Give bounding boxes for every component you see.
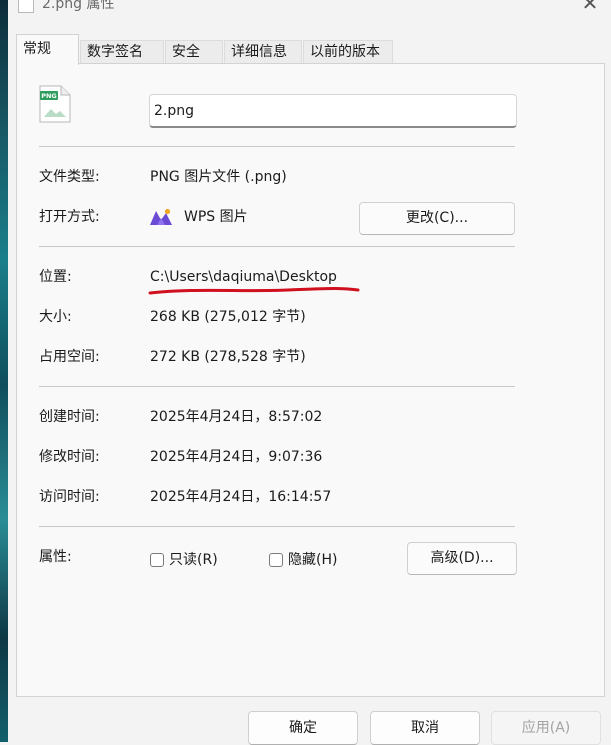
tab-security[interactable]: 安全 xyxy=(165,40,223,64)
readonly-label[interactable]: 只读(R) xyxy=(169,550,218,570)
location-label: 位置: xyxy=(39,269,72,285)
file-type-value: PNG 图片文件 (.png) xyxy=(150,169,287,185)
size-value: 268 KB (275,012 字节) xyxy=(150,309,306,325)
hidden-label[interactable]: 隐藏(H) xyxy=(288,550,337,570)
change-button[interactable]: 更改(C)... xyxy=(359,202,515,235)
disk-size-label: 占用空间: xyxy=(39,349,100,365)
title-bar: 2.png 属性 ✕ xyxy=(8,0,611,18)
advanced-button[interactable]: 高级(D)... xyxy=(407,542,517,575)
close-button[interactable]: ✕ xyxy=(581,0,599,13)
created-value: 2025年4月24日，8:57:02 xyxy=(150,409,323,425)
tab-previous-versions[interactable]: 以前的版本 xyxy=(303,40,393,64)
modified-label: 修改时间: xyxy=(39,449,100,465)
red-underline-annotation xyxy=(148,287,360,295)
file-icon-small xyxy=(18,0,34,13)
accessed-value: 2025年4月24日，16:14:57 xyxy=(150,489,332,505)
properties-dialog: 2.png 属性 ✕ 常规 数字签名 安全 详细信息 以前的版本 PNG 文件类… xyxy=(8,0,611,745)
created-label: 创建时间: xyxy=(39,409,100,425)
png-file-icon: PNG xyxy=(39,85,71,123)
separator xyxy=(39,526,515,527)
file-name-input[interactable] xyxy=(149,94,517,128)
file-type-label: 文件类型: xyxy=(39,169,100,185)
disk-size-value: 272 KB (278,528 字节) xyxy=(150,349,306,365)
open-with-label: 打开方式: xyxy=(39,209,100,225)
attributes-label: 属性: xyxy=(39,549,72,565)
modified-value: 2025年4月24日，9:07:36 xyxy=(150,449,323,465)
desktop-background-strip xyxy=(0,0,8,742)
window-title: 2.png 属性 xyxy=(42,0,115,12)
open-with-app-name: WPS 图片 xyxy=(184,209,248,225)
accessed-label: 访问时间: xyxy=(39,489,100,505)
hidden-checkbox[interactable] xyxy=(269,553,283,567)
tab-digital-signatures[interactable]: 数字签名 xyxy=(80,40,164,64)
svg-text:PNG: PNG xyxy=(41,92,57,100)
cancel-button[interactable]: 取消 xyxy=(370,711,480,745)
separator xyxy=(39,386,515,387)
wps-logo-icon xyxy=(150,208,172,225)
readonly-checkbox[interactable] xyxy=(150,553,164,567)
separator xyxy=(39,146,515,147)
ok-button[interactable]: 确定 xyxy=(248,711,358,745)
tab-general[interactable]: 常规 xyxy=(16,34,79,65)
tab-details[interactable]: 详细信息 xyxy=(224,40,302,64)
general-panel: PNG 文件类型: PNG 图片文件 (.png) 打开方式: WPS 图片 更… xyxy=(16,63,605,697)
separator xyxy=(39,246,515,247)
size-label: 大小: xyxy=(39,309,72,325)
apply-button[interactable]: 应用(A) xyxy=(491,711,601,745)
